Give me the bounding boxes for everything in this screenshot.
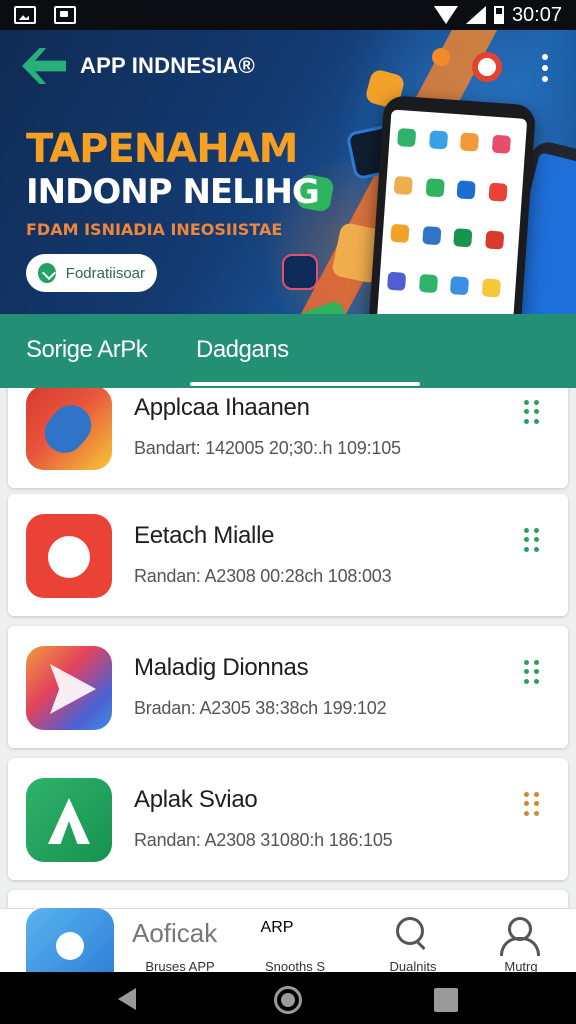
item-menu-icon[interactable]	[524, 528, 540, 552]
hero-banner[interactable]: APP INDNESIA® TAPENAHAM INDONP NELIHG FD…	[0, 30, 576, 314]
status-bar: 30:07	[0, 0, 576, 30]
brand-logo-icon	[22, 48, 66, 84]
app-icon	[26, 646, 112, 730]
list-item[interactable]: Maladig Dionnas Bradan: A2305 38:38ch 19…	[8, 626, 568, 748]
item-menu-icon[interactable]	[524, 792, 540, 816]
phone-illustration	[367, 94, 537, 314]
list-item[interactable]	[8, 890, 568, 908]
arp-badge-icon: ARP	[260, 919, 294, 936]
app-icon	[26, 778, 112, 862]
hero-button-label: Fodratiisoar	[65, 264, 145, 282]
wifi-icon	[433, 6, 458, 24]
search-icon	[396, 917, 426, 947]
active-tab-indicator	[190, 382, 420, 386]
list-item[interactable]: Eetach Mialle Randan: A2308 00:28ch 108:…	[8, 494, 568, 616]
battery-icon	[493, 6, 504, 24]
hero-subtitle: INDONP NELIHG	[26, 172, 320, 212]
app-name: Aplak Sviao	[134, 786, 258, 813]
message-notification-icon	[54, 6, 76, 24]
app-icon[interactable]	[26, 908, 114, 978]
list-item[interactable]: Applcaa Ihaanen Bandart: 142005 20;30:.h…	[8, 388, 568, 488]
download-icon	[38, 263, 56, 283]
app-name: Maladig Dionnas	[134, 654, 309, 681]
brand: APP INDNESIA®	[22, 48, 255, 84]
overflow-menu-icon[interactable]	[538, 54, 552, 82]
app-icon	[26, 514, 112, 598]
recent-apps-icon[interactable]	[434, 988, 458, 1012]
app-meta: Bradan: A2305 38:38ch 199:102	[134, 698, 387, 718]
tab-downloads[interactable]: Dadgans	[196, 336, 289, 364]
tab-storage[interactable]: Sorige ArPk	[26, 336, 148, 364]
status-time: 30:07	[511, 3, 562, 26]
chrome-icon	[472, 52, 502, 82]
brand-name: APP INDNESIA®	[80, 53, 255, 78]
app-meta: Bandart: 142005 20;30:.h 109:105	[134, 438, 401, 458]
user-icon	[500, 917, 540, 956]
item-menu-icon[interactable]	[524, 660, 540, 684]
floating-app-icon	[282, 254, 318, 290]
app-list: Applcaa Ihaanen Bandart: 142005 20;30:.h…	[0, 388, 576, 908]
app-name: Eetach Mialle	[134, 522, 275, 549]
hero-download-button[interactable]: Fodratiisoar	[26, 254, 157, 292]
tab-bar: Sorige ArPk Dadgans	[0, 314, 576, 388]
hero-title: TAPENAHAM	[26, 126, 298, 172]
cell-signal-icon	[465, 6, 486, 24]
gallery-notification-icon	[14, 6, 36, 24]
home-icon[interactable]	[274, 986, 302, 1014]
hero-tagline: FDAM ISNIADIA INEOSIISTAE	[26, 220, 283, 239]
item-menu-icon[interactable]	[524, 400, 540, 424]
system-navigation-bar	[0, 972, 576, 1024]
app-name: Aoficak	[132, 918, 218, 948]
list-item[interactable]: Aplak Sviao Randan: A2308 31080:h 186:10…	[8, 758, 568, 880]
floating-app-icon	[432, 48, 450, 66]
app-meta: Randan: A2308 31080:h 186:105	[134, 830, 393, 850]
nav-arp[interactable]: ARP Snooths S	[240, 909, 350, 974]
app-meta: Randan: A2308 00:28ch 108:003	[134, 566, 392, 586]
app-icon	[26, 388, 112, 470]
back-icon[interactable]	[118, 988, 136, 1010]
app-name: Applcaa Ihaanen	[134, 394, 310, 421]
